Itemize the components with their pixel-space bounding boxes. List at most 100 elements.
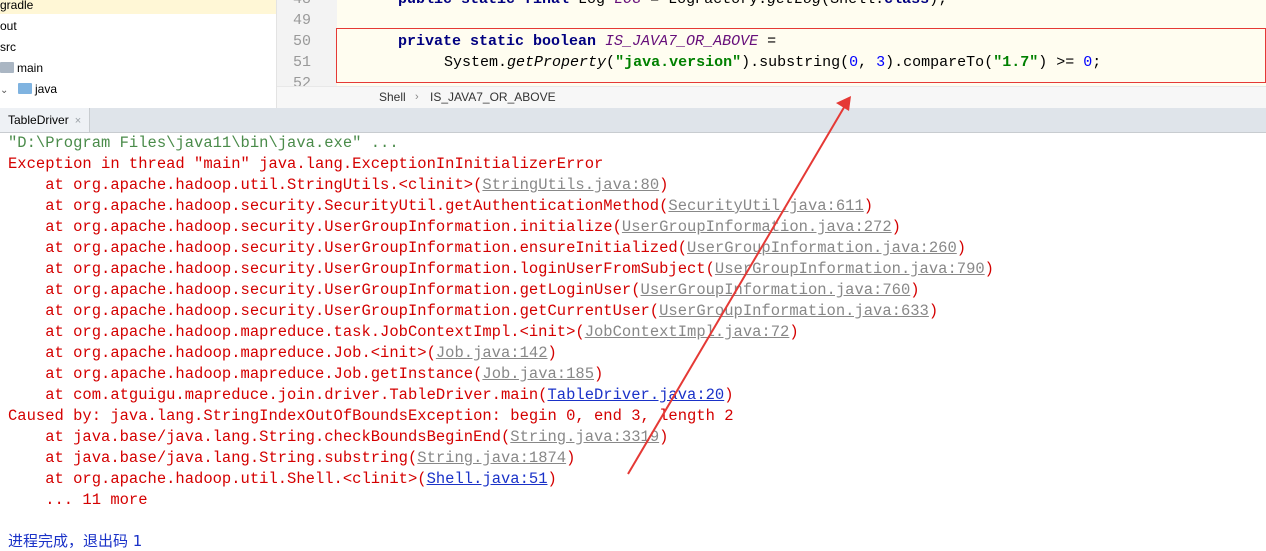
stack-frame: at org.apache.hadoop.security.UserGroupI… <box>8 238 966 259</box>
stack-frame: at org.apache.hadoop.security.UserGroupI… <box>8 280 920 301</box>
stack-frame: at org.apache.hadoop.security.UserGroupI… <box>8 217 901 238</box>
frame-tail: ) <box>659 428 669 446</box>
frame-tail: ) <box>928 302 939 320</box>
frame-text: at org.apache.hadoop.security.UserGroupI… <box>8 281 641 299</box>
frame-text: at org.apache.hadoop.security.UserGroupI… <box>8 239 688 257</box>
breadcrumb-separator: › <box>415 91 419 103</box>
stack-frame: at org.apache.hadoop.mapreduce.Job.getIn… <box>8 364 603 385</box>
tree-selection <box>0 0 276 14</box>
tree-item-label: gradle <box>0 0 34 12</box>
line-number: 49 <box>292 12 311 29</box>
frame-tail: ) <box>547 470 557 488</box>
source-link[interactable]: String.java:1874 <box>417 449 566 467</box>
annotation-highlight-box <box>336 28 1266 83</box>
line-number: 52 <box>292 75 311 86</box>
code-token: Log <box>578 0 614 8</box>
frame-text: at org.apache.hadoop.mapreduce.Job.getIn… <box>8 365 483 383</box>
code-token: getLog <box>767 0 821 8</box>
frame-tail: ) <box>789 323 799 341</box>
project-tree: gradle out src main ⌄ java <box>0 0 277 108</box>
source-link[interactable]: UserGroupInformation.java:790 <box>715 260 985 278</box>
source-link[interactable]: UserGroupInformation.java:760 <box>641 281 911 299</box>
frame-text: at java.base/java.lang.String.substring( <box>8 449 418 467</box>
source-link[interactable]: UserGroupInformation.java:260 <box>687 239 957 257</box>
source-link[interactable]: SecurityUtil.java:611 <box>668 197 863 215</box>
frame-tail: ) <box>891 218 901 236</box>
frame-text: at java.base/java.lang.String.checkBound… <box>8 428 511 446</box>
breadcrumb-class[interactable]: Shell <box>379 87 406 107</box>
frame-text: at org.apache.hadoop.security.SecurityUt… <box>8 197 669 215</box>
source-link[interactable]: Job.java:142 <box>436 344 548 362</box>
frame-text: at org.apache.hadoop.security.UserGroupI… <box>8 260 715 278</box>
source-link[interactable]: TableDriver.java:20 <box>548 386 725 404</box>
run-tab-bar: TableDriver × <box>0 108 1266 133</box>
stack-frame: at com.atguigu.mapreduce.join.driver.Tab… <box>8 385 734 406</box>
console-command: "D:\Program Files\java11\bin\java.exe" .… <box>8 134 399 152</box>
stack-frame: at org.apache.hadoop.security.UserGroupI… <box>8 301 938 322</box>
line-gutter: 48 49 50 51 52 <box>277 0 337 86</box>
source-link[interactable]: JobContextImpl.java:72 <box>585 323 790 341</box>
tree-item-label: out <box>0 19 17 33</box>
stack-frame: at java.base/java.lang.String.substring(… <box>8 448 575 469</box>
source-link[interactable]: String.java:3319 <box>510 428 659 446</box>
frame-tail: ) <box>724 386 734 404</box>
code-line-48: public static final Log LOG = LogFactory… <box>398 0 947 10</box>
chevron-down-icon[interactable]: ⌄ <box>0 81 10 101</box>
tree-item-main[interactable]: main <box>0 58 43 78</box>
folder-icon <box>0 62 14 73</box>
frame-tail: ) <box>566 449 576 467</box>
frame-text: at org.apache.hadoop.mapreduce.task.JobC… <box>8 323 585 341</box>
frame-text: at org.apache.hadoop.util.StringUtils.<c… <box>8 176 483 194</box>
close-icon[interactable]: × <box>75 115 81 127</box>
code-token: ); <box>929 0 947 8</box>
source-link[interactable]: Shell.java:51 <box>427 470 548 488</box>
source-link[interactable]: Job.java:185 <box>482 365 594 383</box>
frame-tail: ) <box>594 365 604 383</box>
line-number: 51 <box>292 54 311 71</box>
tree-item-out[interactable]: out <box>0 16 17 36</box>
frame-text: at com.atguigu.mapreduce.join.driver.Tab… <box>8 386 548 404</box>
frame-tail: ) <box>956 239 967 257</box>
source-link[interactable]: UserGroupInformation.java:272 <box>622 218 892 236</box>
console-more: ... 11 more <box>8 491 148 509</box>
stack-frame: at org.apache.hadoop.mapreduce.Job.<init… <box>8 343 557 364</box>
stack-frame: at org.apache.hadoop.security.SecurityUt… <box>8 196 873 217</box>
line-number: 48 <box>277 0 311 10</box>
frame-text: at org.apache.hadoop.util.Shell.<clinit>… <box>8 470 427 488</box>
tree-item-label: main <box>17 61 44 75</box>
console-caused-by: Caused by: java.lang.StringIndexOutOfBou… <box>8 407 734 425</box>
tree-item-gradle[interactable]: gradle <box>0 0 33 15</box>
stack-frame: at org.apache.hadoop.util.Shell.<clinit>… <box>8 469 557 490</box>
tree-item-java[interactable]: ⌄ java <box>0 79 57 99</box>
code-token: class <box>884 0 929 8</box>
frame-tail: ) <box>910 281 920 299</box>
source-link[interactable]: StringUtils.java:80 <box>482 176 659 194</box>
exit-status: 进程完成，退出码 1 <box>8 532 143 550</box>
tab-label: TableDriver <box>8 113 69 127</box>
stack-frame: at org.apache.hadoop.util.StringUtils.<c… <box>8 175 668 196</box>
frame-text: at org.apache.hadoop.security.UserGroupI… <box>8 218 622 236</box>
tree-item-src[interactable]: src <box>0 37 16 57</box>
frame-tail: ) <box>659 176 669 194</box>
run-console[interactable]: "D:\Program Files\java11\bin\java.exe" .… <box>0 133 1266 550</box>
breadcrumb-member[interactable]: IS_JAVA7_OR_ABOVE <box>430 87 556 107</box>
code-token: (Shell. <box>821 0 884 8</box>
stack-frame: at java.base/java.lang.String.checkBound… <box>8 427 668 448</box>
source-link[interactable]: UserGroupInformation.java:633 <box>659 302 929 320</box>
frame-tail: ) <box>547 344 557 362</box>
breadcrumb: Shell › IS_JAVA7_OR_ABOVE <box>277 86 1266 108</box>
tab-tabledriver[interactable]: TableDriver × <box>0 108 91 132</box>
stack-frame: at org.apache.hadoop.security.UserGroupI… <box>8 259 994 280</box>
folder-icon <box>18 83 32 94</box>
frame-text: at org.apache.hadoop.security.UserGroupI… <box>8 302 660 320</box>
tree-item-label: src <box>0 40 16 54</box>
stack-frame: at org.apache.hadoop.mapreduce.task.JobC… <box>8 322 799 343</box>
line-number: 50 <box>292 33 311 50</box>
frame-tail: ) <box>863 197 874 215</box>
console-exception: Exception in thread "main" java.lang.Exc… <box>8 155 604 173</box>
tree-item-label: java <box>35 82 58 96</box>
frame-text: at org.apache.hadoop.mapreduce.Job.<init… <box>8 344 436 362</box>
code-token: public static final <box>398 0 578 8</box>
code-token: LOG <box>614 0 641 8</box>
code-token: = LogFactory. <box>641 0 767 8</box>
